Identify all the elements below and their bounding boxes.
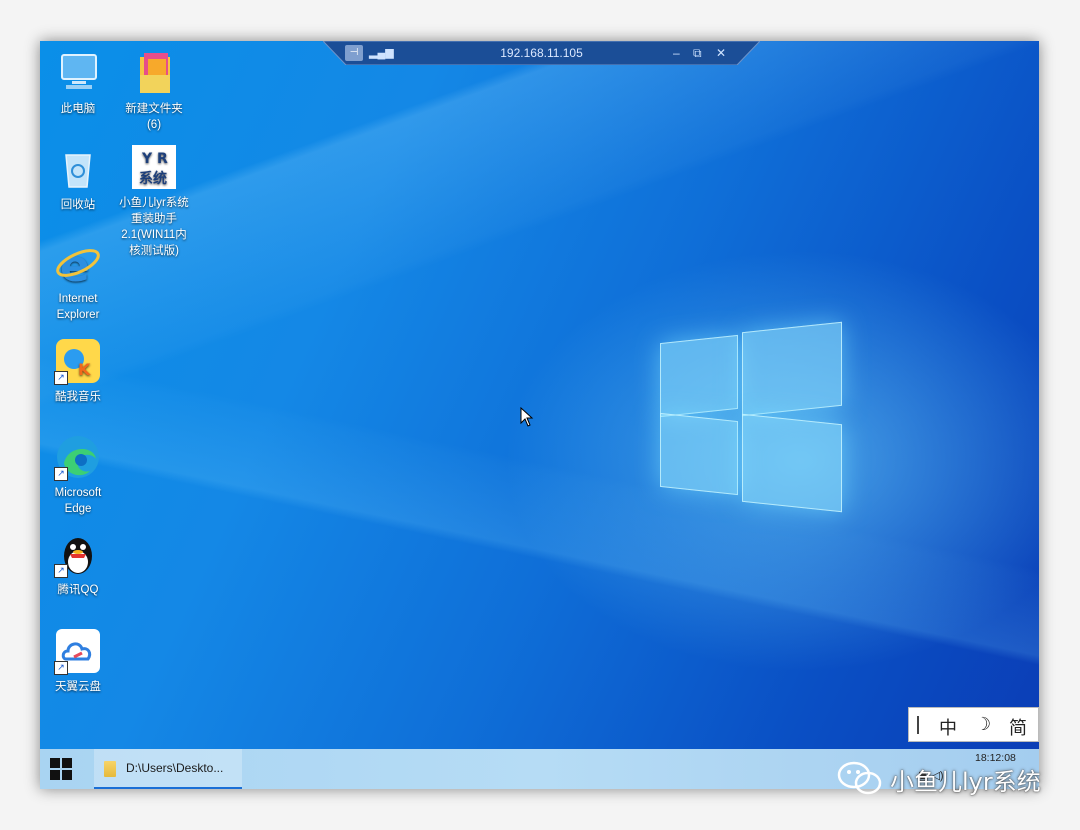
logo-pane [742, 321, 842, 417]
desktop-icon-internet-explorer[interactable]: e Internet Explorer [41, 239, 115, 323]
desktop-icon-yr-system[interactable]: Y R 系统 小鱼儿lyr系统 重装助手 2.1(WIN11内 核测试版) [117, 143, 191, 259]
desktop-icon-qq[interactable]: ↗ 腾讯QQ [41, 530, 115, 598]
kuwo-music-icon: K ↗ [54, 337, 102, 385]
remote-desktop-screen: ⊣ ▂▄▆ 192.168.11.105 – ⧉ ✕ 此电脑 新建文件夹 (6)… [40, 41, 1039, 789]
icon-label: 腾讯QQ [57, 584, 99, 596]
ime-drag-handle[interactable] [917, 716, 919, 734]
ime-toolbar[interactable]: 中 ☽ 简 [908, 707, 1039, 742]
logo-pane [660, 334, 738, 418]
internet-explorer-icon: e [54, 239, 102, 292]
icon-label: 小鱼儿lyr系统 重装助手 2.1(WIN11内 核测试版) [119, 197, 189, 257]
edge-icon: ↗ [54, 433, 102, 481]
folder-icon [130, 49, 178, 97]
icon-label: 新建文件夹 (6) [125, 103, 183, 131]
desktop-icon-new-folder[interactable]: 新建文件夹 (6) [117, 49, 191, 133]
desktop-icon-kuwo-music[interactable]: K ↗ 酷我音乐 [41, 337, 115, 405]
tianyi-cloud-icon: ↗ [54, 627, 102, 675]
mouse-cursor-icon [520, 407, 534, 427]
qq-icon: ↗ [54, 530, 102, 578]
icon-label: Microsoft Edge [54, 487, 102, 515]
folder-icon [104, 761, 116, 777]
shortcut-arrow-icon: ↗ [54, 467, 68, 481]
watermark: 小鱼儿lyr系统 [836, 758, 1066, 798]
icon-label: Internet Explorer [56, 293, 100, 321]
windows-logo-icon [50, 770, 60, 780]
minimize-button[interactable]: – [673, 45, 680, 61]
desktop-icon-tianyi-cloud[interactable]: ↗ 天翼云盘 [41, 627, 115, 695]
start-button[interactable] [50, 758, 72, 780]
ime-punctuation-moon-icon[interactable]: ☽ [975, 714, 991, 735]
ime-mode-button[interactable]: 中 [939, 714, 957, 740]
shortcut-arrow-icon: ↗ [54, 661, 68, 675]
svg-text:K: K [78, 360, 91, 379]
svg-text:Y R: Y R [141, 151, 168, 167]
desktop-icon-this-pc[interactable]: 此电脑 [41, 49, 115, 117]
yr-system-icon: Y R 系统 [130, 143, 178, 191]
restore-button[interactable]: ⧉ [693, 45, 702, 61]
watermark-text: 小鱼儿lyr系统 [890, 768, 1041, 796]
remote-connection-bar[interactable]: ⊣ ▂▄▆ 192.168.11.105 – ⧉ ✕ [323, 41, 760, 65]
windows-logo-icon [62, 770, 72, 780]
windows-logo-icon [50, 758, 60, 768]
icon-label: 此电脑 [60, 103, 96, 115]
windows-logo-icon [62, 758, 72, 768]
close-button[interactable]: ✕ [716, 45, 726, 61]
ime-simplified-button[interactable]: 简 [1009, 714, 1027, 740]
svg-text:系统: 系统 [139, 170, 167, 187]
recycle-bin-icon [54, 145, 102, 193]
logo-pane [742, 413, 842, 513]
desktop-icon-edge[interactable]: ↗ Microsoft Edge [41, 433, 115, 517]
shortcut-arrow-icon: ↗ [54, 564, 68, 578]
taskbar-file-explorer-button[interactable]: D:\Users\Deskto... [94, 749, 242, 789]
computer-icon [54, 49, 102, 97]
icon-label: 天翼云盘 [55, 681, 101, 693]
icon-label: 酷我音乐 [55, 391, 101, 403]
wechat-logo-icon [837, 761, 882, 795]
desktop-icon-recycle-bin[interactable]: 回收站 [41, 145, 115, 213]
taskbar-button-label: D:\Users\Deskto... [126, 761, 224, 775]
icon-label: 回收站 [60, 199, 96, 211]
logo-pane [660, 412, 738, 496]
svg-text:e: e [60, 241, 90, 287]
shortcut-arrow-icon: ↗ [54, 371, 68, 385]
windows-logo-wallpaper [660, 321, 842, 513]
